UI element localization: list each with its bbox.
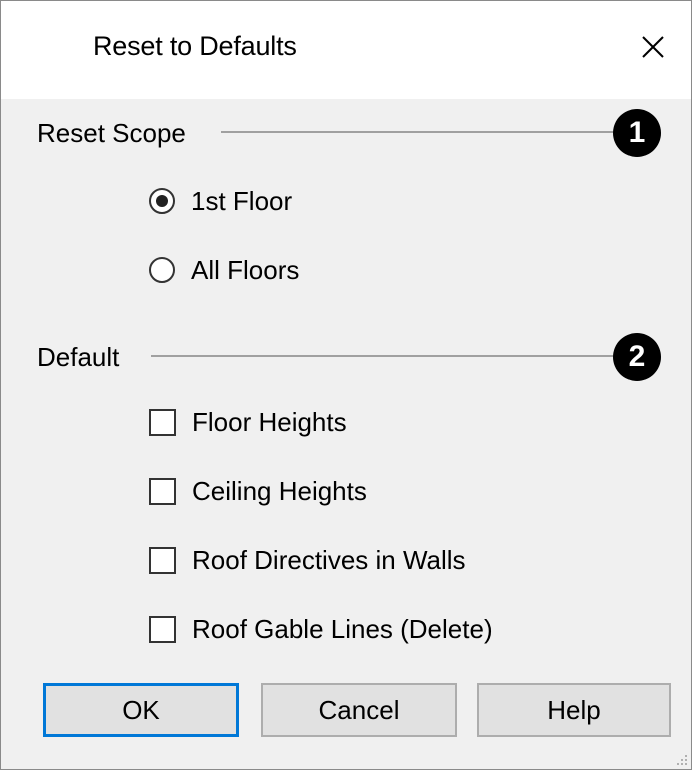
checkbox-label-floor-heights: Floor Heights: [192, 406, 347, 437]
checkbox-label-ceiling-heights: Ceiling Heights: [192, 475, 367, 506]
resize-grip-icon[interactable]: [673, 751, 689, 767]
help-button[interactable]: Help: [477, 683, 671, 737]
checkbox-label-roof-directives: Roof Directives in Walls: [192, 544, 466, 575]
checkbox-floor-heights[interactable]: Floor Heights: [149, 402, 347, 442]
radio-label-all-floors: All Floors: [191, 254, 300, 285]
checkbox-box[interactable]: [149, 477, 176, 505]
checkbox-label-roof-gable-lines: Roof Gable Lines (Delete): [192, 613, 493, 644]
checkbox-ceiling-heights[interactable]: Ceiling Heights: [149, 471, 367, 511]
close-button[interactable]: [631, 25, 675, 69]
checkbox-box[interactable]: [149, 546, 176, 574]
close-icon: [642, 36, 664, 58]
cancel-button[interactable]: Cancel: [261, 683, 457, 737]
checkbox-box[interactable]: [149, 408, 176, 436]
radio-button-selected[interactable]: [149, 188, 175, 214]
callout-badge-2: 2: [613, 333, 661, 381]
radio-label-1st-floor: 1st Floor: [191, 185, 293, 216]
title-bar: Reset to Defaults: [1, 1, 691, 99]
reset-scope-label: Reset Scope: [37, 118, 196, 149]
callout-badge-1: 1: [613, 109, 661, 157]
default-label: Default: [37, 342, 130, 373]
radio-button[interactable]: [149, 257, 175, 283]
checkbox-roof-gable-lines[interactable]: Roof Gable Lines (Delete): [149, 609, 493, 649]
checkbox-box[interactable]: [149, 615, 176, 643]
radio-1st-floor[interactable]: 1st Floor: [149, 181, 292, 221]
ok-button[interactable]: OK: [43, 683, 239, 737]
checkbox-roof-directives[interactable]: Roof Directives in Walls: [149, 540, 466, 580]
default-divider: [151, 355, 621, 357]
radio-all-floors[interactable]: All Floors: [149, 250, 299, 290]
dialog-title: Reset to Defaults: [93, 31, 297, 61]
reset-to-defaults-dialog: Reset to Defaults Reset Scope 1 1st Floo…: [0, 0, 692, 770]
reset-scope-divider: [221, 131, 621, 133]
